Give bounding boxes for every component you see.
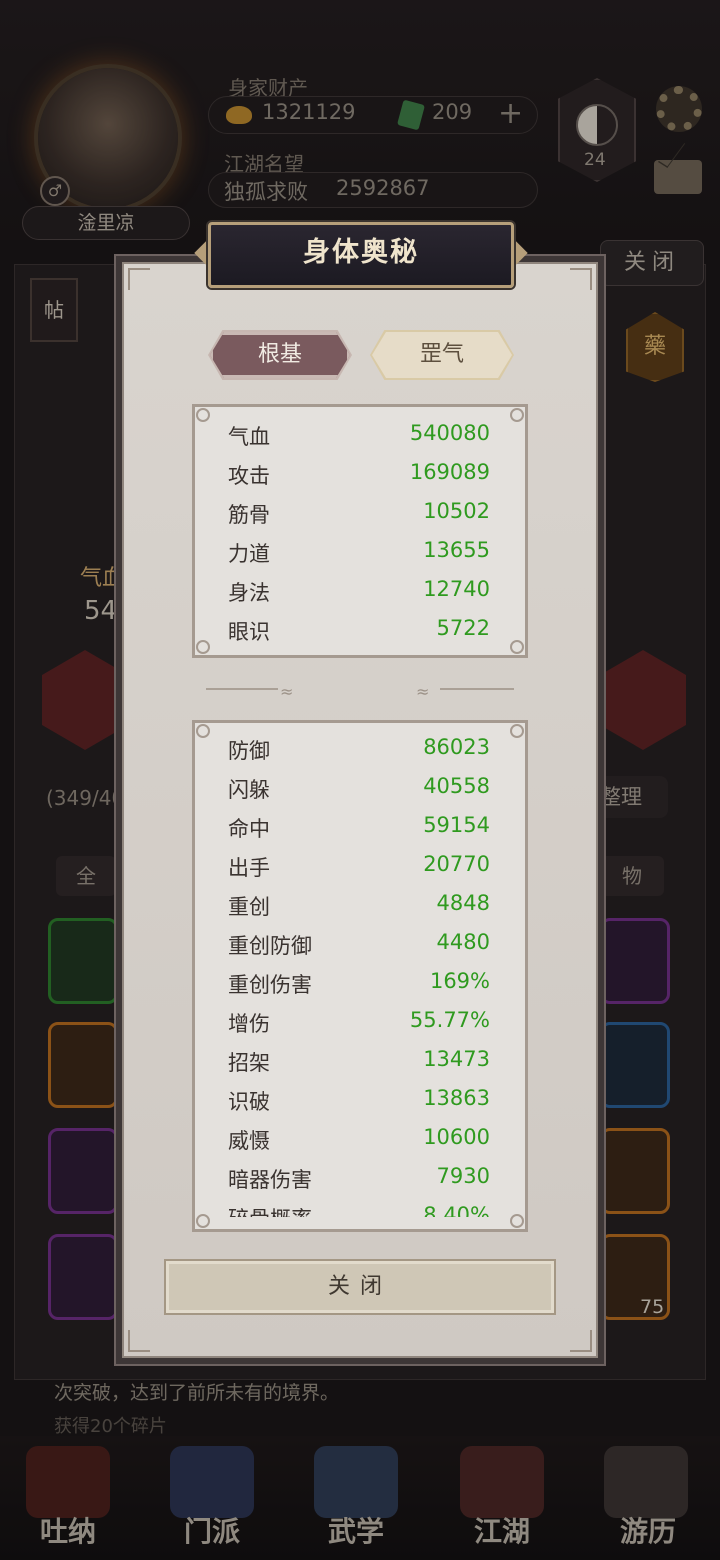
stat-name: 眼识 — [228, 620, 270, 644]
box-ornament — [510, 640, 524, 654]
stat-row: 筋骨 10502 — [228, 499, 490, 538]
divider-ornament: ≈ — [416, 682, 430, 701]
corner-ornament — [128, 268, 150, 290]
stat-row: 重创防御 4480 — [228, 930, 490, 969]
stat-value: 169089 — [409, 460, 490, 484]
stat-row: 气血 540080 — [228, 421, 490, 460]
stat-value: 169% — [429, 969, 490, 993]
modal-title: 身体奥秘 — [303, 237, 419, 268]
stat-row: 暗器伤害 7930 — [228, 1164, 490, 1203]
stat-row: 识破 13863 — [228, 1086, 490, 1125]
stat-row: 重创 4848 — [228, 891, 490, 930]
stat-value: 5722 — [436, 616, 490, 640]
tab-gangqi[interactable]: 罡气 — [372, 332, 512, 378]
corner-ornament — [128, 1330, 150, 1352]
stat-name: 碎骨概率 — [228, 1203, 312, 1217]
stat-name: 闪躲 — [228, 778, 270, 802]
stat-row: 命中 59154 — [228, 813, 490, 852]
stat-row: 闪躲 40558 — [228, 774, 490, 813]
stat-value: 540080 — [409, 421, 490, 445]
stat-value: 13655 — [423, 538, 490, 562]
stat-row: 身法 12740 — [228, 577, 490, 616]
stat-value: 86023 — [423, 735, 490, 759]
divider-ornament: ≈ — [280, 682, 294, 701]
stat-name: 招架 — [228, 1051, 270, 1075]
stat-value: 20770 — [423, 852, 490, 876]
stat-name: 出手 — [228, 856, 270, 880]
stat-value: 12740 — [423, 577, 490, 601]
stat-row: 力道 13655 — [228, 538, 490, 577]
box-ornament — [196, 408, 210, 422]
stat-value: 4480 — [436, 930, 490, 954]
stat-value: 55.77% — [409, 1008, 490, 1032]
stat-name: 重创防御 — [228, 934, 312, 958]
stat-value: 13473 — [423, 1047, 490, 1071]
stat-value: 59154 — [423, 813, 490, 837]
secondary-stats-list[interactable]: 防御 86023 闪躲 40558 命中 59154 出手 20770 重创 4… — [195, 723, 525, 1217]
stat-row: 出手 20770 — [228, 852, 490, 891]
corner-ornament — [570, 1330, 592, 1352]
stat-value: 10502 — [423, 499, 490, 523]
stat-name: 气血 — [228, 425, 270, 449]
stat-row: 重创伤害 169% — [228, 969, 490, 1008]
stat-row: 威慑 10600 — [228, 1125, 490, 1164]
box-ornament — [196, 640, 210, 654]
stat-name: 重创伤害 — [228, 973, 312, 997]
stat-row: 眼识 5722 — [228, 616, 490, 655]
tab-foundation[interactable]: 根基 — [210, 332, 350, 378]
stat-value: 13863 — [423, 1086, 490, 1110]
corner-ornament — [570, 268, 592, 290]
stat-name: 识破 — [228, 1090, 270, 1114]
stat-value: 40558 — [423, 774, 490, 798]
stat-name: 力道 — [228, 542, 270, 566]
stat-name: 暗器伤害 — [228, 1168, 312, 1192]
stat-row: 增伤 55.77% — [228, 1008, 490, 1047]
divider — [440, 688, 514, 690]
stat-row: 招架 13473 — [228, 1047, 490, 1086]
close-button[interactable]: 关闭 — [164, 1259, 556, 1315]
stat-name: 攻击 — [228, 464, 270, 488]
stat-value: 8.40% — [423, 1203, 490, 1217]
divider — [206, 688, 278, 690]
stat-row: 攻击 169089 — [228, 460, 490, 499]
stat-value: 7930 — [436, 1164, 490, 1188]
stat-name: 筋骨 — [228, 503, 270, 527]
stat-name: 增伤 — [228, 1012, 270, 1036]
stat-name: 重创 — [228, 895, 270, 919]
stat-value: 4848 — [436, 891, 490, 915]
stat-value: 10600 — [423, 1125, 490, 1149]
stat-name: 身法 — [228, 581, 270, 605]
stat-name: 威慑 — [228, 1129, 270, 1153]
stat-row: 防御 86023 — [228, 735, 490, 774]
stat-name: 防御 — [228, 739, 270, 763]
stat-row: 碎骨概率 8.40% — [228, 1203, 490, 1217]
stat-name: 命中 — [228, 817, 270, 841]
box-ornament — [510, 408, 524, 422]
